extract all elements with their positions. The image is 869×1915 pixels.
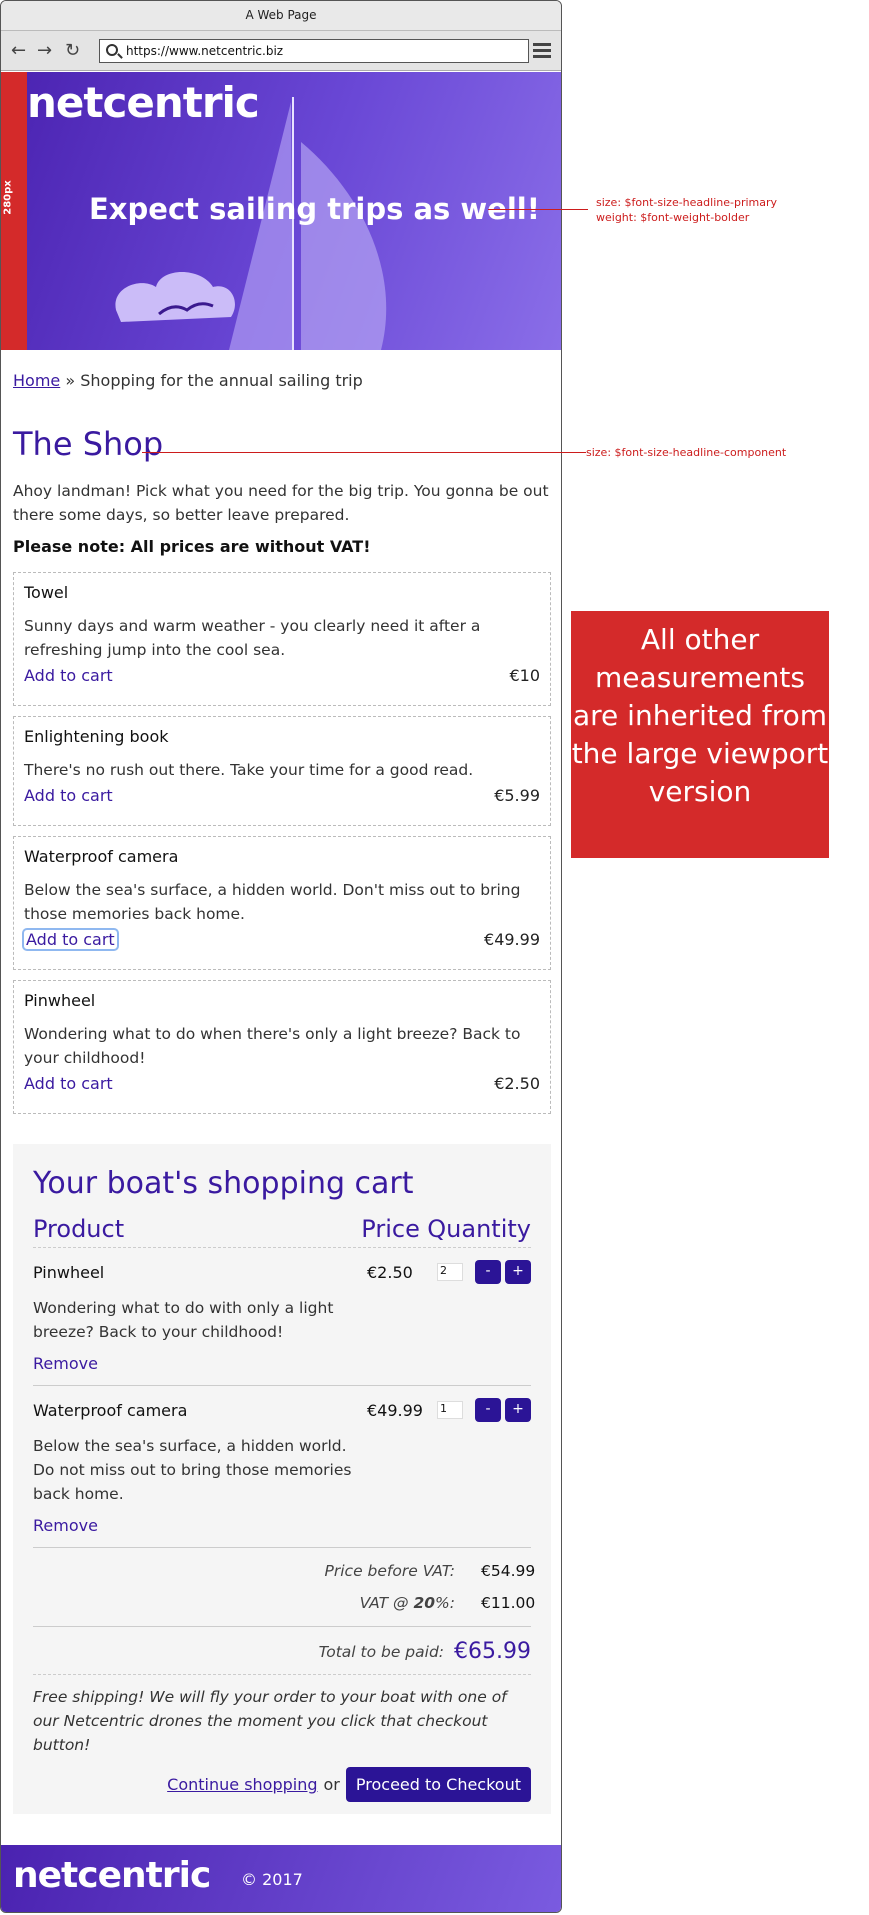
browser-toolbar: ← → ↻ https://www.netcentric.biz [1,31,561,71]
forward-icon[interactable]: → [37,41,52,61]
product-description: There's no rush out there. Take your tim… [24,761,474,779]
decrease-quantity-button[interactable]: - [475,1260,501,1284]
add-to-cart-button[interactable]: Add to cart [22,928,119,951]
product-name: Enlightening book [24,727,169,746]
shop-title: The Shop [13,425,164,463]
vat-value: €11.00 [481,1594,536,1612]
remove-item-button[interactable]: Remove [33,1354,531,1373]
hero-banner: 280px netcentric Expect sailing trips as… [1,72,561,350]
breadcrumb-home-link[interactable]: Home [13,371,60,390]
cart-header-quantity: Quantity [427,1215,531,1243]
product-price: €2.50 [494,1074,540,1093]
remove-item-button[interactable]: Remove [33,1516,531,1535]
site-logo[interactable]: netcentric [27,78,260,127]
product-price: €49.99 [484,930,540,949]
viewport-width-marker: 280px [1,72,27,350]
decrease-quantity-button[interactable]: - [475,1398,501,1422]
product-card: Towel Sunny days and warm weather - you … [13,572,551,706]
total-value: €65.99 [454,1639,531,1664]
total-row: Total to be paid: €65.99 [33,1626,531,1664]
vat-label: VAT @ 20%: [359,1594,455,1612]
cart-header-price: Price [361,1215,420,1243]
product-card: Enlightening book There's no rush out th… [13,716,551,826]
subtotal-row: Price before VAT: €54.99 [33,1562,536,1580]
annotation-info-box: All other measurements are inherited fro… [571,611,829,858]
product-name: Pinwheel [24,991,96,1010]
add-to-cart-button[interactable]: Add to cart [24,786,113,805]
cart-item-description: Below the sea's surface, a hidden world.… [33,1437,352,1503]
footer-logo[interactable]: netcentric [13,1855,211,1896]
total-label: Total to be paid: [318,1642,445,1661]
annotation-headline: size: $font-size-headline-primary weight… [596,196,778,224]
breadcrumb: Home » Shopping for the annual sailing t… [13,371,363,390]
site-footer: netcentric © 2017 [1,1845,561,1912]
cart-item-price: €49.99 [367,1400,423,1420]
product-price: €5.99 [494,786,540,805]
add-to-cart-button[interactable]: Add to cart [24,1074,113,1093]
product-description: Below the sea's surface, a hidden world.… [24,881,521,923]
reload-icon[interactable]: ↻ [65,41,80,61]
product-description: Sunny days and warm weather - you clearl… [24,617,481,659]
copyright: © 2017 [241,1870,303,1889]
or-text: or [323,1775,340,1794]
annotation-line [142,452,586,453]
url-text: https://www.netcentric.biz [126,44,284,58]
cart-header-row: Product Price Quantity [33,1215,531,1248]
back-icon[interactable]: ← [11,41,26,61]
cart-item: Waterproof camera €49.99 1 - + Below the… [33,1386,531,1548]
width-marker-label: 280px [2,180,14,215]
increase-quantity-button[interactable]: + [505,1398,531,1422]
cart-actions: Continue shopping or Proceed to Checkout [33,1767,531,1802]
subtotal-label: Price before VAT: [324,1562,455,1580]
vat-note: Please note: All prices are without VAT! [13,537,371,556]
cart-item-name: Pinwheel [33,1262,105,1282]
shopping-cart: Your boat's shopping cart Product Price … [13,1144,551,1814]
address-bar[interactable]: https://www.netcentric.biz [99,39,529,63]
cart-title: Your boat's shopping cart [33,1166,414,1201]
hero-headline: Expect sailing trips as well! [89,192,540,226]
annotation-line [488,209,588,210]
hamburger-menu-icon[interactable] [533,43,551,59]
continue-shopping-link[interactable]: Continue shopping [167,1775,317,1794]
breadcrumb-current: Shopping for the annual sailing trip [80,371,363,390]
cart-header-product: Product [33,1215,125,1243]
product-card: Waterproof camera Below the sea's surfac… [13,836,551,970]
subtotal-value: €54.99 [481,1562,536,1580]
cart-item-name: Waterproof camera [33,1400,188,1420]
quantity-input[interactable]: 1 [437,1401,463,1419]
vat-row: VAT @ 20%: €11.00 [33,1594,536,1612]
annotation-shop-title: size: $font-size-headline-component [586,446,787,459]
shipping-note: Free shipping! We will fly your order to… [33,1674,531,1757]
product-card: Pinwheel Wondering what to do when there… [13,980,551,1114]
product-name: Waterproof camera [24,847,179,866]
cart-item-price: €2.50 [367,1262,413,1282]
cart-item: Pinwheel €2.50 2 - + Wondering what to d… [33,1248,531,1386]
product-description: Wondering what to do when there's only a… [24,1025,521,1067]
shop-intro: Ahoy landman! Pick what you need for the… [13,482,549,524]
product-price: €10 [509,666,540,685]
window-title: A Web Page [1,1,561,31]
add-to-cart-button[interactable]: Add to cart [24,666,113,685]
breadcrumb-separator: » [65,371,76,390]
product-name: Towel [24,583,69,602]
quantity-input[interactable]: 2 [437,1263,463,1281]
browser-window: A Web Page ← → ↻ https://www.netcentric.… [0,0,562,1913]
increase-quantity-button[interactable]: + [505,1260,531,1284]
checkout-button[interactable]: Proceed to Checkout [345,1767,531,1802]
search-icon [106,44,118,56]
cart-item-description: Wondering what to do with only a light b… [33,1299,334,1341]
